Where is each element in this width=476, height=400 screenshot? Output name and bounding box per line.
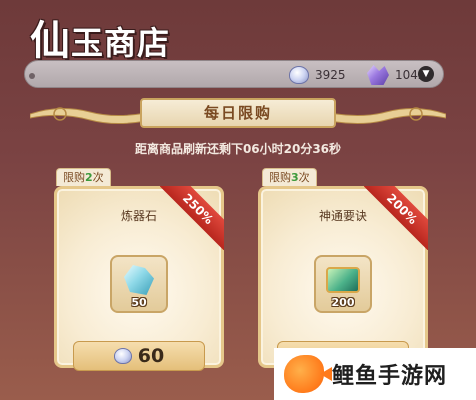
shop-item-card[interactable]: 神通要诀 200% 200	[258, 186, 428, 371]
jade-amount: 3925	[315, 68, 346, 82]
discount-ribbon: 200%	[364, 186, 428, 250]
watermark-text: 鲤鱼手游网	[332, 364, 448, 389]
watermark: 鲤鱼手游网	[274, 348, 476, 400]
purchase-limit-tag: 限购3次	[262, 168, 317, 186]
discount-ribbon: 250%	[160, 186, 224, 250]
jade-currency-icon	[113, 348, 132, 364]
item-quantity: 200	[331, 296, 355, 309]
currency-bar: 3925 1042	[24, 60, 444, 88]
jade-currency-icon	[289, 66, 309, 84]
item-slot[interactable]: 200	[314, 255, 372, 313]
banner-title: 每日限购	[140, 98, 336, 128]
buy-button[interactable]: 60	[73, 341, 205, 371]
chevron-down-icon[interactable]: ▼	[418, 66, 434, 82]
crystal-currency: 1042	[367, 64, 426, 86]
carp-logo-icon	[284, 355, 324, 393]
daily-limit-banner: 每日限购	[30, 96, 446, 132]
refresh-countdown: 距离商品刷新还剩下06小时20分36秒	[134, 142, 342, 156]
skill-scroll-icon	[326, 267, 360, 293]
purchase-limit-tag: 限购2次	[56, 168, 111, 186]
purple-crystal-icon	[367, 65, 389, 85]
shop-item-card[interactable]: 炼器石 250% 50 60	[54, 186, 224, 371]
jade-currency: 3925	[289, 64, 346, 86]
item-slot[interactable]: 50	[110, 255, 168, 313]
item-quantity: 50	[131, 296, 147, 309]
price-value: 60	[137, 345, 165, 367]
refining-stone-icon	[124, 265, 154, 295]
page-title: 仙玉商店	[30, 17, 171, 64]
